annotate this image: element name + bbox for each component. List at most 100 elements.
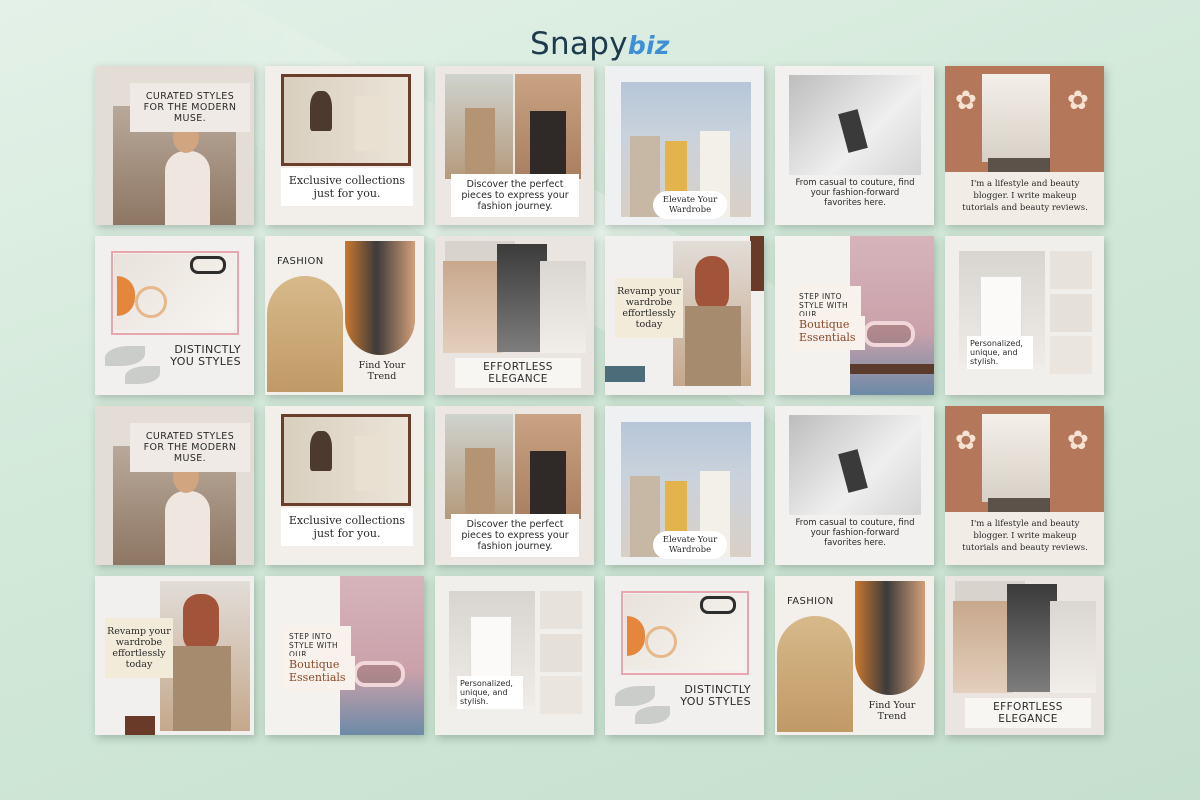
card-text: CURATED STYLES FOR THE MODERN MUSE. (130, 83, 250, 132)
teal-couch (605, 366, 645, 382)
flower-right-icon: ✿ (1067, 426, 1089, 456)
card-text: CURATED STYLES FOR THE MODERN MUSE. (130, 423, 250, 472)
shoe-photo-1 (1050, 251, 1092, 289)
photo-white (1050, 601, 1096, 693)
card-fashion-trend[interactable]: FASHION Find Your Trend (265, 236, 424, 395)
card-text: Elevate Your Wardrobe (653, 531, 727, 559)
card-text: DISTINCTLY YOU STYLES (170, 343, 241, 368)
card-text: I'm a lifestyle and beauty blogger. I wr… (962, 519, 1088, 553)
leaf-shadow (105, 346, 145, 366)
leaf-shadow (615, 686, 655, 706)
brand-name: Snapy (530, 26, 628, 62)
brand-logo: Snapybiz (530, 26, 670, 66)
flower-right-icon: ✿ (1067, 86, 1089, 116)
card-distinctly-you[interactable]: DISTINCTLY YOU STYLES (95, 236, 254, 395)
dark-stripe (988, 158, 1050, 172)
card-exclusive-collections[interactable]: Exclusive collections just for you. (265, 66, 424, 225)
card-discover[interactable]: Discover the perfect pieces to express y… (435, 406, 594, 565)
sunglasses-icon (700, 596, 736, 614)
card-boutique-essentials[interactable]: STEP INTO STYLE WITH OUR Boutique Essent… (775, 236, 934, 395)
card-text: Discover the perfect pieces to express y… (451, 174, 579, 217)
card-personalized[interactable]: Personalized, unique, and stylish. (945, 236, 1104, 395)
card-personalized[interactable]: Personalized, unique, and stylish. (435, 576, 594, 735)
card-exclusive-collections[interactable]: Exclusive collections just for you. (265, 406, 424, 565)
leaf-shadow (125, 366, 160, 384)
card-revamp-wardrobe[interactable]: Revamp your wardrobe effortlessly today (605, 236, 764, 395)
shoe-photo-3 (1050, 336, 1092, 374)
trench-coat (465, 108, 495, 178)
card-text: From casual to couture, find your fashio… (795, 518, 915, 548)
card-text: Exclusive collections just for you. (281, 508, 413, 546)
shoe-photo-2 (1050, 294, 1092, 332)
card-text: I'm a lifestyle and beauty blogger. I wr… (962, 179, 1088, 213)
clothes-rack-photo (345, 241, 415, 355)
card-lifestyle-blogger[interactable]: ✿ ✿ I'm a lifestyle and beauty blogger. … (945, 406, 1104, 565)
card-text: Elevate Your Wardrobe (653, 191, 727, 219)
rack-photo (284, 77, 408, 163)
brand-suffix: biz (627, 31, 670, 60)
card-elevate-wardrobe[interactable]: Elevate Your Wardrobe (605, 406, 764, 565)
card-text-big: Boutique Essentials (793, 316, 865, 350)
card-text: Personalized, unique, and stylish. (967, 336, 1033, 369)
sunglasses-shape (353, 661, 405, 687)
lace-photo (982, 414, 1050, 502)
flower-left-icon: ✿ (955, 426, 977, 456)
shoe-photo-1 (540, 591, 582, 629)
coat-shape (165, 491, 210, 565)
sunglasses-shape (863, 321, 915, 347)
clothes-rack-photo (855, 581, 925, 695)
camel-coat (173, 646, 231, 731)
card-lifestyle-blogger[interactable]: ✿ ✿ I'm a lifestyle and beauty blogger. … (945, 66, 1104, 225)
flower-left-icon: ✿ (955, 86, 977, 116)
leaf-shadow (635, 706, 670, 724)
card-discover[interactable]: Discover the perfect pieces to express y… (435, 66, 594, 225)
card-elevate-wardrobe[interactable]: Elevate Your Wardrobe (605, 66, 764, 225)
card-tag: FASHION (277, 256, 324, 267)
card-tag: FASHION (787, 596, 834, 607)
card-revamp-wardrobe[interactable]: Revamp your wardrobe effortlessly today (95, 576, 254, 735)
card-curated-styles[interactable]: CURATED STYLES FOR THE MODERN MUSE. (95, 406, 254, 565)
jewelry-photo (267, 276, 343, 392)
jewelry-photo (777, 616, 853, 732)
card-text: DISTINCTLY YOU STYLES (680, 683, 751, 708)
card-text: Revamp your wardrobe effortlessly today (105, 618, 173, 678)
card-fashion-trend[interactable]: FASHION Find Your Trend (775, 576, 934, 735)
card-text: EFFORTLESS ELEGANCE (965, 698, 1091, 728)
coat-shape (165, 151, 210, 225)
dark-stripe (988, 498, 1050, 512)
brown-bar (125, 716, 155, 735)
card-text-small: STEP INTO STYLE WITH OUR (793, 286, 861, 319)
template-grid: CURATED STYLES FOR THE MODERN MUSE. Excl… (95, 66, 1104, 735)
camel-coat (685, 306, 741, 386)
card-casual-couture[interactable]: From casual to couture, find your fashio… (775, 66, 934, 225)
card-effortless-elegance[interactable]: EFFORTLESS ELEGANCE (435, 236, 594, 395)
card-text: Exclusive collections just for you. (281, 168, 413, 206)
card-text: Find Your Trend (358, 360, 406, 382)
card-text: Discover the perfect pieces to express y… (451, 514, 579, 557)
card-distinctly-you[interactable]: DISTINCTLY YOU STYLES (605, 576, 764, 735)
card-text: Find Your Trend (868, 700, 916, 722)
hat-shape (310, 91, 332, 131)
rack-photo (284, 417, 408, 503)
shoe-photo-2 (540, 634, 582, 672)
card-text: EFFORTLESS ELEGANCE (455, 358, 581, 388)
hat-shape (310, 431, 332, 471)
card-curated-styles[interactable]: CURATED STYLES FOR THE MODERN MUSE. (95, 66, 254, 225)
photo-beige (953, 601, 1013, 693)
card-text: From casual to couture, find your fashio… (795, 178, 915, 208)
garment-shape (355, 96, 387, 151)
card-text: Personalized, unique, and stylish. (457, 676, 523, 709)
card-text-small: STEP INTO STYLE WITH OUR (283, 626, 351, 659)
brown-panel (850, 364, 934, 374)
photo-white (540, 261, 586, 353)
black-jacket (530, 451, 566, 519)
hair-shape (183, 594, 219, 652)
trench-coat (465, 448, 495, 518)
card-casual-couture[interactable]: From casual to couture, find your fashio… (775, 406, 934, 565)
hair-shape (695, 256, 729, 312)
card-effortless-elegance[interactable]: EFFORTLESS ELEGANCE (945, 576, 1104, 735)
lace-photo (982, 74, 1050, 162)
earring-shape (135, 286, 167, 318)
black-jacket (530, 111, 566, 179)
card-boutique-essentials[interactable]: STEP INTO STYLE WITH OUR Boutique Essent… (265, 576, 424, 735)
